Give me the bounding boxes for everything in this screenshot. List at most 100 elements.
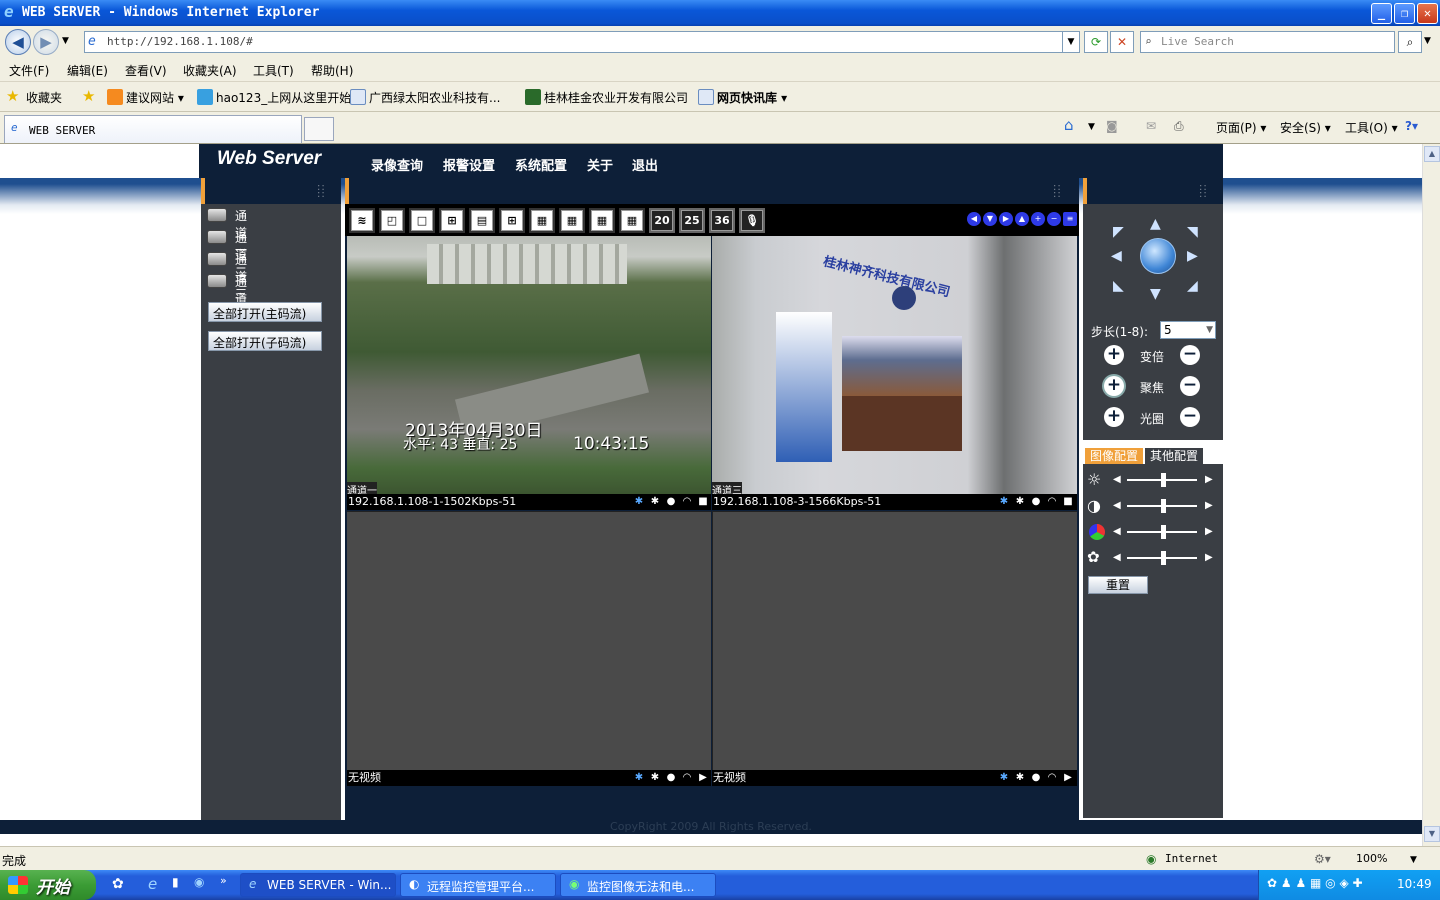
address-bar[interactable]: e http://192.168.1.108/# <box>84 31 1080 53</box>
fav-suggested-sites[interactable]: 建议网站 ▾ <box>126 89 184 106</box>
menu-edit[interactable]: 编辑(E) <box>67 62 108 79</box>
play-icon[interactable]: ▶ <box>1062 770 1074 786</box>
nav-system-config[interactable]: 系统配置 <box>515 155 567 174</box>
new-tab-button[interactable] <box>304 117 334 141</box>
layout-grid-icon[interactable]: ▦ <box>619 208 645 233</box>
decrease-arrow-icon[interactable]: ◀ <box>1113 526 1121 537</box>
close-button[interactable]: ✕ <box>1417 3 1438 24</box>
audio-icon[interactable]: ◠ <box>1046 770 1058 786</box>
layout-20-button[interactable]: 20 <box>649 208 675 233</box>
layout-1-icon[interactable]: □ <box>409 208 435 233</box>
tray-icons[interactable]: ✿ ♟ ♟ ▦ ◎ ◈ ✚ <box>1267 876 1363 890</box>
address-dropdown-icon[interactable]: ▼ <box>1062 31 1080 53</box>
increase-arrow-icon[interactable]: ▶ <box>1205 474 1213 485</box>
quicklaunch-qq-icon[interactable]: ✿ <box>112 876 124 892</box>
brightness-slider[interactable] <box>1161 473 1166 487</box>
ptz-menu-icon[interactable]: ≡ <box>1063 212 1077 226</box>
fav-guangxi[interactable]: 广西绿太阳农业科技有... <box>369 89 500 106</box>
taskbar-item-webserver[interactable]: e WEB SERVER - Win... <box>240 873 396 897</box>
history-dropdown-icon[interactable]: ▼ <box>62 36 69 46</box>
focus-far-button[interactable]: − <box>1180 376 1200 396</box>
taskbar-item-remote[interactable]: ◐ 远程监控管理平台... <box>400 873 556 897</box>
tab-web-server[interactable]: e WEB SERVER <box>4 115 302 143</box>
hue-slider[interactable] <box>1161 551 1166 565</box>
ptz-minus-icon[interactable]: − <box>1047 212 1061 226</box>
ptz-arrow-upleft-icon[interactable]: ◤ <box>1113 224 1124 240</box>
ptz-up-icon[interactable]: ▲ <box>1015 212 1029 226</box>
add-favorite-icon[interactable]: ★ <box>82 87 98 105</box>
ptz-arrow-upright-icon[interactable]: ◥ <box>1187 224 1198 240</box>
stop-button[interactable]: ✕ <box>1110 31 1134 53</box>
video-slot-4[interactable] <box>712 511 1077 770</box>
reset-button[interactable]: 重置 <box>1088 576 1148 594</box>
panel-grip-icon[interactable]: :::: <box>1199 183 1209 200</box>
panel-grip-icon[interactable]: :::: <box>317 183 327 200</box>
menu-favorites[interactable]: 收藏夹(A) <box>183 62 237 79</box>
zoom-in-button[interactable]: + <box>1104 345 1124 365</box>
vertical-scrollbar[interactable]: ▲ ▼ <box>1422 144 1440 846</box>
scroll-up-icon[interactable]: ▲ <box>1424 146 1440 162</box>
quicklaunch-more-icon[interactable]: » <box>220 874 227 887</box>
layout-fullscreen-icon[interactable]: ≋ <box>349 208 375 233</box>
open-all-main-stream-button[interactable]: 全部打开(主码流) <box>208 302 322 322</box>
increase-arrow-icon[interactable]: ▶ <box>1205 552 1213 563</box>
zoom-dropdown-icon[interactable]: ▼ <box>1410 855 1417 865</box>
layout-13-icon[interactable]: ▦ <box>559 208 585 233</box>
home-icon[interactable]: ⌂ <box>1064 116 1074 134</box>
play-icon[interactable]: ▶ <box>697 770 709 786</box>
layout-25-button[interactable]: 25 <box>679 208 705 233</box>
panel-grip-icon[interactable]: :::: <box>1053 183 1063 200</box>
decrease-arrow-icon[interactable]: ◀ <box>1113 552 1121 563</box>
menu-help[interactable]: 帮助(H) <box>311 62 353 79</box>
saturation-slider[interactable] <box>1161 525 1166 539</box>
ptz-arrow-down-icon[interactable]: ▼ <box>1150 286 1161 302</box>
increase-arrow-icon[interactable]: ▶ <box>1205 500 1213 511</box>
minimize-button[interactable]: _ <box>1371 3 1392 24</box>
layout-4-icon[interactable]: ⊞ <box>439 208 465 233</box>
protected-mode-icon[interactable]: ⚙▾ <box>1314 852 1331 866</box>
tools-menu[interactable]: 工具(O) ▾ <box>1345 119 1398 136</box>
audio-icon[interactable]: ◠ <box>1046 494 1058 510</box>
start-button[interactable]: 开始 <box>0 870 96 900</box>
menu-view[interactable]: 查看(V) <box>125 62 167 79</box>
increase-arrow-icon[interactable]: ▶ <box>1205 526 1213 537</box>
contrast-slider[interactable] <box>1161 499 1166 513</box>
ptz-center-button[interactable] <box>1140 238 1176 274</box>
ptz-arrow-downleft-icon[interactable]: ◣ <box>1113 278 1124 294</box>
layout-8-icon[interactable]: ⊞ <box>499 208 525 233</box>
stop-icon[interactable]: ■ <box>1062 494 1074 510</box>
menu-file[interactable]: 文件(F) <box>9 62 49 79</box>
mail-icon[interactable]: ✉ <box>1146 119 1156 133</box>
search-options-icon[interactable]: ▼ <box>1424 36 1431 46</box>
back-button[interactable]: ◀ <box>5 29 31 55</box>
quicklaunch-ie-icon[interactable]: e <box>148 875 157 893</box>
microphone-icon[interactable]: 🎙 <box>739 208 765 233</box>
video-channel-1[interactable]: 2013年04月30日 水平: 43 垂直: 25 10:43:15 通道一 <box>347 236 711 494</box>
nav-alarm-settings[interactable]: 报警设置 <box>443 155 495 174</box>
layout-36-button[interactable]: 36 <box>709 208 735 233</box>
restore-button[interactable]: ❐ <box>1394 3 1415 24</box>
forward-button[interactable]: ▶ <box>33 29 59 55</box>
safety-menu[interactable]: 安全(S) ▾ <box>1280 119 1331 136</box>
favorites-button[interactable]: 收藏夹 <box>26 89 62 106</box>
home-dropdown-icon[interactable]: ▼ <box>1088 122 1095 132</box>
record-icon[interactable]: ● <box>1030 770 1042 786</box>
decrease-arrow-icon[interactable]: ◀ <box>1113 474 1121 485</box>
ptz-down-icon[interactable]: ▼ <box>983 212 997 226</box>
ptz-plus-icon[interactable]: + <box>1031 212 1045 226</box>
zoom-out-button[interactable]: − <box>1180 345 1200 365</box>
ptz-arrow-up-icon[interactable]: ▲ <box>1150 216 1161 232</box>
nav-about[interactable]: 关于 <box>587 155 613 174</box>
stop-icon[interactable]: ■ <box>697 494 709 510</box>
ptz-arrow-left-icon[interactable]: ◀ <box>1111 248 1122 264</box>
search-button[interactable]: ⌕ <box>1398 31 1422 53</box>
search-input[interactable]: ⌕ Live Search <box>1140 31 1395 53</box>
tab-other-config[interactable]: 其他配置 <box>1145 448 1203 464</box>
fav-hao123[interactable]: hao123_上网从这里开始 <box>216 89 351 106</box>
layout-corner-icon[interactable]: ◰ <box>379 208 405 233</box>
layout-6-icon[interactable]: ▤ <box>469 208 495 233</box>
fav-guilin[interactable]: 桂林桂金农业开发有限公司 <box>544 89 688 106</box>
page-menu[interactable]: 页面(P) ▾ <box>1216 119 1266 136</box>
iris-open-button[interactable]: + <box>1104 407 1124 427</box>
record-icon[interactable]: ● <box>665 770 677 786</box>
